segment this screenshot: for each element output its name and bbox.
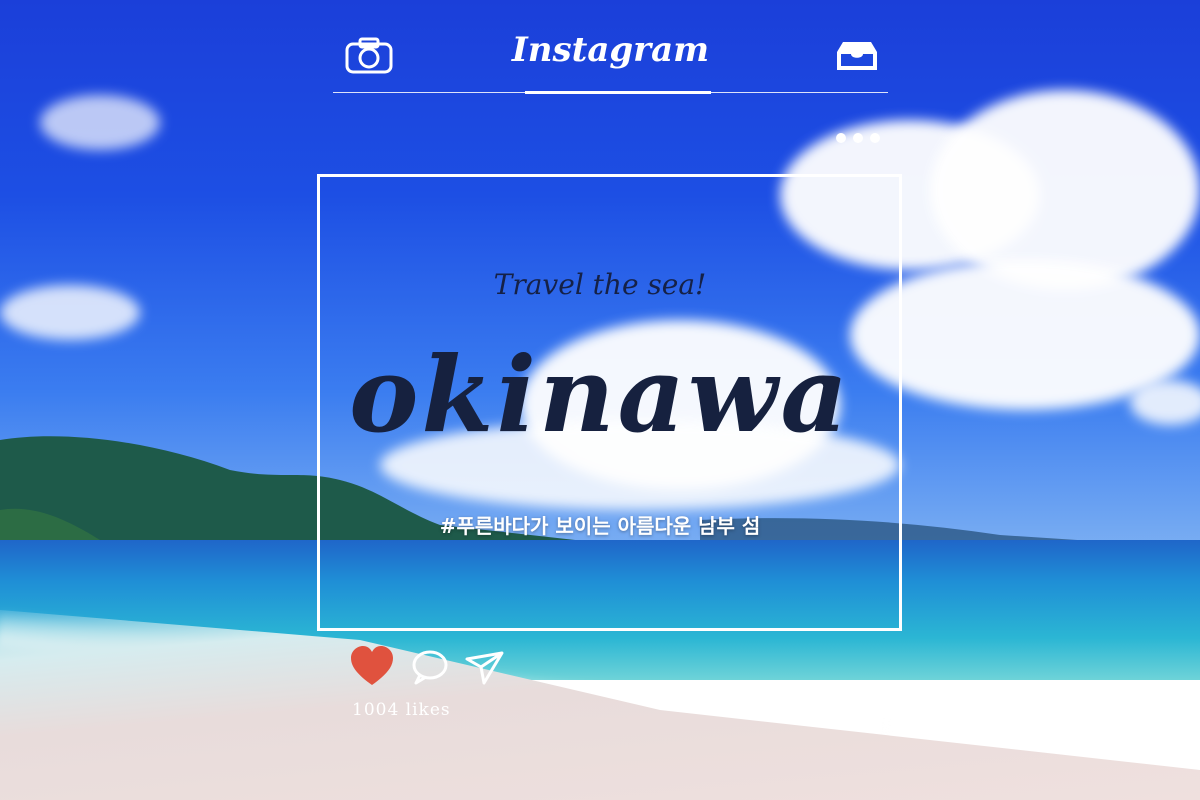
more-dot bbox=[853, 133, 863, 143]
instagram-header: Instagram bbox=[333, 20, 888, 94]
more-dot bbox=[836, 133, 846, 143]
comment-button[interactable] bbox=[410, 645, 454, 689]
inbox-icon bbox=[837, 42, 877, 70]
likes-count[interactable]: 1004 likes bbox=[352, 700, 451, 720]
instagram-logo[interactable]: Instagram bbox=[333, 20, 888, 80]
send-icon bbox=[465, 651, 504, 685]
more-dot bbox=[870, 133, 880, 143]
inbox-button[interactable] bbox=[833, 36, 881, 76]
like-button[interactable] bbox=[350, 645, 394, 689]
header-active-indicator bbox=[525, 91, 711, 94]
post-actions bbox=[350, 645, 520, 691]
comment-icon bbox=[412, 650, 448, 685]
heart-icon bbox=[351, 646, 393, 685]
post-tagline: Travel the sea! bbox=[493, 268, 707, 301]
post-headline: okinawa bbox=[349, 333, 851, 456]
more-options-button[interactable] bbox=[836, 133, 886, 145]
share-button[interactable] bbox=[464, 645, 508, 689]
post-caption: #푸른바다가 보이는 아름다운 남부 섬 bbox=[439, 514, 761, 538]
